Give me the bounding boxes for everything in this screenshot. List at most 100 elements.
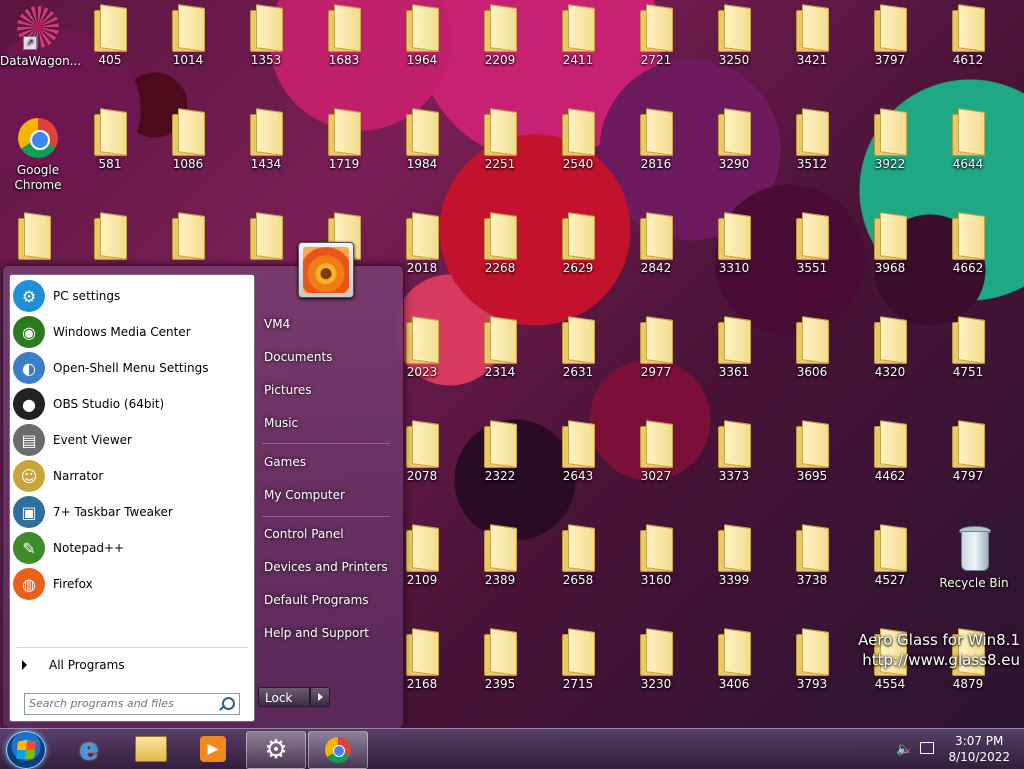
desktop-folder[interactable]: 4320 — [852, 316, 928, 380]
desktop-folder[interactable]: 2631 — [540, 316, 616, 380]
desktop-folder[interactable]: 2643 — [540, 420, 616, 484]
desktop-folder[interactable]: 2715 — [540, 628, 616, 692]
desktop-folder-partial[interactable] — [0, 212, 72, 261]
desktop-folder[interactable]: 3421 — [774, 4, 850, 68]
folder-icon — [406, 524, 439, 572]
desktop-folder[interactable]: 2977 — [618, 316, 694, 380]
desktop-folder[interactable]: 2411 — [540, 4, 616, 68]
desktop-folder[interactable]: 3738 — [774, 524, 850, 588]
taskbar-internet-explorer[interactable]: e — [60, 731, 118, 767]
desktop-folder[interactable]: 3027 — [618, 420, 694, 484]
desktop-folder[interactable]: 3399 — [696, 524, 772, 588]
desktop-folder[interactable]: 1984 — [384, 108, 460, 172]
desktop-folder[interactable]: 4644 — [930, 108, 1006, 172]
user-account-picture[interactable] — [298, 242, 354, 298]
start-link-help-support[interactable]: Help and Support — [262, 622, 394, 644]
start-link-documents[interactable]: Documents — [262, 346, 394, 368]
start-menu-item[interactable]: ▤ Event Viewer — [13, 423, 251, 457]
desktop-folder[interactable]: 2268 — [462, 212, 538, 276]
desktop-folder[interactable]: 1719 — [306, 108, 382, 172]
start-menu-item[interactable]: ◐ Open-Shell Menu Settings — [13, 351, 251, 385]
taskbar-media-player[interactable]: ▶ — [184, 731, 242, 767]
desktop-folder[interactable]: 3373 — [696, 420, 772, 484]
desktop-folder[interactable]: 3793 — [774, 628, 850, 692]
start-link-user[interactable]: VM4 — [262, 313, 394, 335]
desktop-folder[interactable]: 2658 — [540, 524, 616, 588]
desktop-folder[interactable]: 581 — [72, 108, 148, 172]
start-menu-item[interactable]: ☺ Narrator — [13, 459, 251, 493]
desktop-folder[interactable]: 4527 — [852, 524, 928, 588]
desktop-folder[interactable]: 3512 — [774, 108, 850, 172]
desktop-shortcut-chrome[interactable]: Google Chrome — [0, 118, 76, 193]
taskbar-settings[interactable]: ⚙ — [246, 731, 306, 769]
desktop-folder-partial[interactable] — [228, 212, 304, 261]
desktop-folder[interactable]: 4462 — [852, 420, 928, 484]
desktop-folder[interactable]: 3606 — [774, 316, 850, 380]
desktop-folder[interactable]: 3290 — [696, 108, 772, 172]
desktop-folder[interactable]: 405 — [72, 4, 148, 68]
network-icon[interactable] — [920, 742, 934, 754]
taskbar-chrome[interactable] — [308, 731, 368, 769]
start-menu-item[interactable]: ▣ 7+ Taskbar Tweaker — [13, 495, 251, 529]
desktop-folder[interactable]: 4751 — [930, 316, 1006, 380]
search-icon[interactable] — [222, 697, 235, 710]
desktop-folder[interactable]: 2540 — [540, 108, 616, 172]
desktop-folder[interactable]: 2629 — [540, 212, 616, 276]
all-programs-button[interactable]: All Programs — [18, 653, 246, 677]
start-menu-item[interactable]: ● OBS Studio (64bit) — [13, 387, 251, 421]
desktop-folder[interactable]: 1434 — [228, 108, 304, 172]
desktop-folder-label: 2023 — [406, 365, 438, 379]
desktop-folder[interactable]: 2322 — [462, 420, 538, 484]
start-link-my-computer[interactable]: My Computer — [262, 484, 394, 506]
desktop-shortcut-datawagon[interactable]: ↗ DataWagon... — [0, 6, 81, 69]
desktop-folder[interactable]: 2251 — [462, 108, 538, 172]
desktop-folder[interactable]: 3551 — [774, 212, 850, 276]
start-menu-item[interactable]: ⚙ PC settings — [13, 279, 251, 313]
desktop-folder[interactable]: 3406 — [696, 628, 772, 692]
desktop-folder[interactable]: 2721 — [618, 4, 694, 68]
start-link-pictures[interactable]: Pictures — [262, 379, 394, 401]
desktop-folder[interactable]: 4797 — [930, 420, 1006, 484]
desktop-folder[interactable]: 3250 — [696, 4, 772, 68]
desktop-folder[interactable]: 3695 — [774, 420, 850, 484]
lock-button[interactable]: Lock — [258, 687, 310, 707]
recycle-bin[interactable]: Recycle Bin — [936, 526, 1012, 591]
start-menu-item[interactable]: ◉ Windows Media Center — [13, 315, 251, 349]
desktop-folder[interactable]: 1086 — [150, 108, 226, 172]
power-options-arrow[interactable] — [310, 687, 330, 707]
desktop-folder[interactable]: 2395 — [462, 628, 538, 692]
desktop-folder[interactable]: 2209 — [462, 4, 538, 68]
desktop-folder-partial[interactable] — [72, 212, 148, 261]
start-link-devices-printers[interactable]: Devices and Printers — [262, 556, 394, 578]
desktop-folder[interactable]: 3922 — [852, 108, 928, 172]
start-link-games[interactable]: Games — [262, 451, 394, 473]
search-input[interactable] — [25, 694, 215, 712]
start-link-default-programs[interactable]: Default Programs — [262, 589, 394, 611]
start-menu-item[interactable]: ◍ Firefox — [13, 567, 251, 601]
volume-muted-icon[interactable]: 🔈 ✕ — [896, 742, 912, 757]
start-link-music[interactable]: Music — [262, 412, 394, 434]
desktop-folder[interactable]: 2842 — [618, 212, 694, 276]
taskbar-file-explorer[interactable] — [122, 731, 180, 767]
start-menu-item[interactable]: ✎ Notepad++ — [13, 531, 251, 565]
start-link-control-panel[interactable]: Control Panel — [262, 523, 394, 545]
desktop-folder[interactable]: 2816 — [618, 108, 694, 172]
desktop-folder[interactable]: 3797 — [852, 4, 928, 68]
desktop-folder[interactable]: 4662 — [930, 212, 1006, 276]
desktop-folder[interactable]: 2389 — [462, 524, 538, 588]
desktop-folder-partial[interactable] — [150, 212, 226, 261]
desktop-folder[interactable]: 3361 — [696, 316, 772, 380]
desktop-folder[interactable]: 1964 — [384, 4, 460, 68]
desktop-folder[interactable]: 2314 — [462, 316, 538, 380]
desktop-folder[interactable]: 1353 — [228, 4, 304, 68]
desktop-folder[interactable]: 1014 — [150, 4, 226, 68]
desktop-folder[interactable]: 3230 — [618, 628, 694, 692]
desktop-folder[interactable]: 4612 — [930, 4, 1006, 68]
desktop-folder[interactable]: 1683 — [306, 4, 382, 68]
desktop-folder[interactable]: 3968 — [852, 212, 928, 276]
clock[interactable]: 3:07 PM 8/10/2022 — [948, 733, 1010, 765]
start-button[interactable] — [6, 731, 46, 769]
desktop-folder[interactable]: 3310 — [696, 212, 772, 276]
start-search-box[interactable] — [24, 693, 240, 715]
desktop-folder[interactable]: 3160 — [618, 524, 694, 588]
